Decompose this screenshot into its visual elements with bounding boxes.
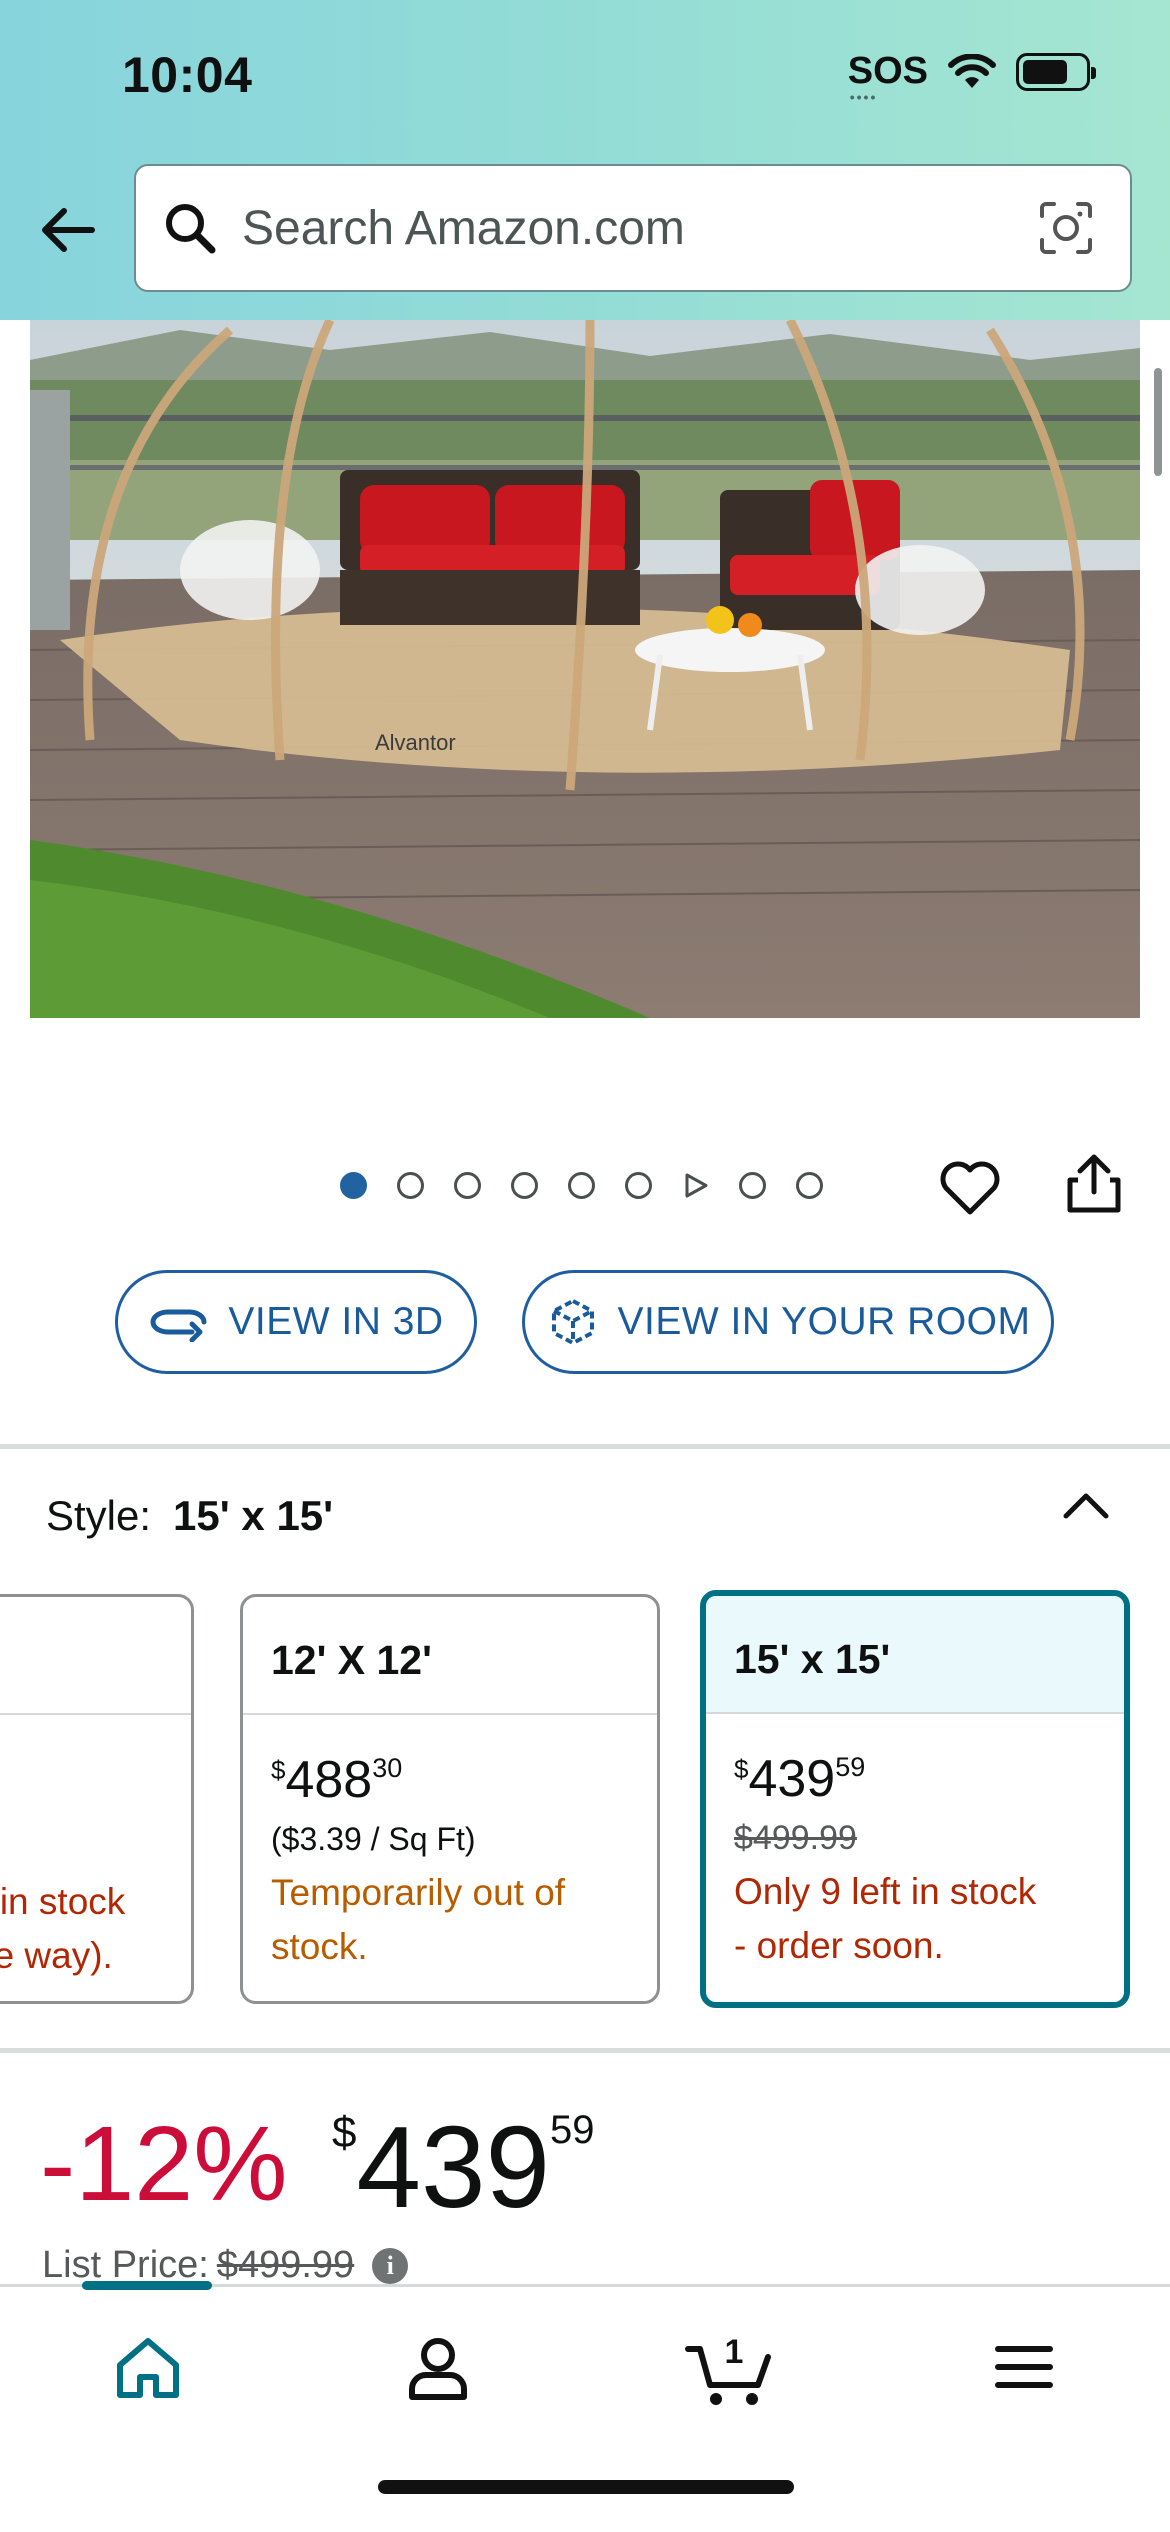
style-selector-label: Style: 15' x 15' <box>46 1492 333 1540</box>
header: 10:04 SOS •••• <box>0 0 1170 320</box>
style-selected-value: 15' x 15' <box>173 1492 334 1539</box>
variant-price: $43959 <box>734 1750 866 1808</box>
cart-icon[interactable]: 1 <box>684 2327 780 2407</box>
sos-text: SOS <box>847 50 928 92</box>
discount-percent: -12% <box>40 2105 288 2223</box>
variant-unit-price: ($3.39 / Sq Ft) <box>271 1821 476 1857</box>
variant-card-15x15-selected[interactable]: 15' x 15' $43959 $499.99 Only 9 left in … <box>700 1590 1130 2008</box>
carousel-dot[interactable] <box>796 1172 823 1199</box>
sos-dots: •••• <box>849 89 878 105</box>
product-image[interactable]: Alvantor <box>30 320 1140 1018</box>
brand-label: Alvantor <box>375 730 456 755</box>
ar-cube-icon <box>551 1299 594 1345</box>
view-in-3d-button[interactable]: VIEW IN 3D <box>115 1270 477 1374</box>
section-divider <box>0 2048 1170 2053</box>
variant-list-price: $499.99 <box>734 1819 857 1857</box>
variant-price: $48830 <box>271 1751 403 1809</box>
back-arrow-icon[interactable] <box>36 198 100 262</box>
info-icon[interactable]: i <box>372 2247 409 2284</box>
view-in-3d-label: VIEW IN 3D <box>228 1300 444 1343</box>
variant-card-12x12[interactable]: 12' X 12' $48830 ($3.39 / Sq Ft) Tempora… <box>240 1594 660 2004</box>
search-bar[interactable] <box>134 164 1132 292</box>
current-price: $43959 <box>332 2102 595 2232</box>
carousel-dot-active[interactable] <box>340 1172 367 1199</box>
status-icons: SOS •••• <box>847 50 1096 105</box>
camera-lens-icon[interactable] <box>1036 198 1096 258</box>
variant-stock-2: ne way). <box>0 1935 113 1976</box>
variant-title: 12' X 12' <box>243 1597 657 1715</box>
chevron-up-icon[interactable] <box>1058 1486 1114 1526</box>
view-in-your-room-label: VIEW IN YOUR ROOM <box>617 1300 1031 1343</box>
status-time: 10:04 <box>122 47 253 103</box>
wifi-icon <box>948 53 996 88</box>
view-in-your-room-button[interactable]: VIEW IN YOUR ROOM <box>522 1270 1054 1374</box>
wishlist-heart-icon[interactable] <box>938 1156 1002 1220</box>
account-icon[interactable] <box>398 2327 478 2407</box>
search-icon <box>166 204 216 254</box>
variant-stock: Only 9 left in stock <box>734 1871 1037 1912</box>
image-carousel-dots[interactable] <box>340 1172 823 1199</box>
sos-indicator: SOS •••• <box>847 50 928 105</box>
variant-stock: Temporarily out of <box>271 1872 566 1913</box>
search-input[interactable] <box>242 200 1036 256</box>
variant-card-partial[interactable]: ft in stock ne way). <box>0 1594 194 2004</box>
variant-title: 15' x 15' <box>706 1596 1124 1714</box>
carousel-dot[interactable] <box>568 1172 595 1199</box>
battery-icon <box>1016 52 1096 91</box>
menu-icon[interactable] <box>984 2327 1064 2407</box>
variant-stock: ft in stock <box>0 1881 126 1922</box>
rotate-3d-icon <box>150 1309 207 1342</box>
video-play-icon[interactable] <box>682 1172 709 1199</box>
carousel-dot[interactable] <box>625 1172 652 1199</box>
home-indicator-bar <box>378 2480 794 2494</box>
product-photo: Alvantor <box>30 320 1140 1018</box>
active-tab-indicator <box>82 2281 212 2290</box>
share-icon[interactable] <box>1064 1152 1124 1216</box>
list-price-value: $499.99 <box>216 2244 355 2286</box>
carousel-dot[interactable] <box>739 1172 766 1199</box>
bottom-tab-bar: 1 <box>0 2281 1170 2532</box>
variant-stock-2: stock. <box>271 1926 368 1967</box>
carousel-dot[interactable] <box>511 1172 538 1199</box>
carousel-dot[interactable] <box>397 1172 424 1199</box>
variant-stock-2: - order soon. <box>734 1925 944 1966</box>
home-icon[interactable] <box>108 2327 188 2407</box>
page-scrollbar[interactable] <box>1154 368 1162 476</box>
cart-count: 1 <box>725 2333 744 2371</box>
variant-title <box>0 1597 191 1715</box>
section-divider <box>0 1444 1170 1449</box>
style-label-text: Style: <box>46 1492 152 1539</box>
carousel-dot[interactable] <box>454 1172 481 1199</box>
